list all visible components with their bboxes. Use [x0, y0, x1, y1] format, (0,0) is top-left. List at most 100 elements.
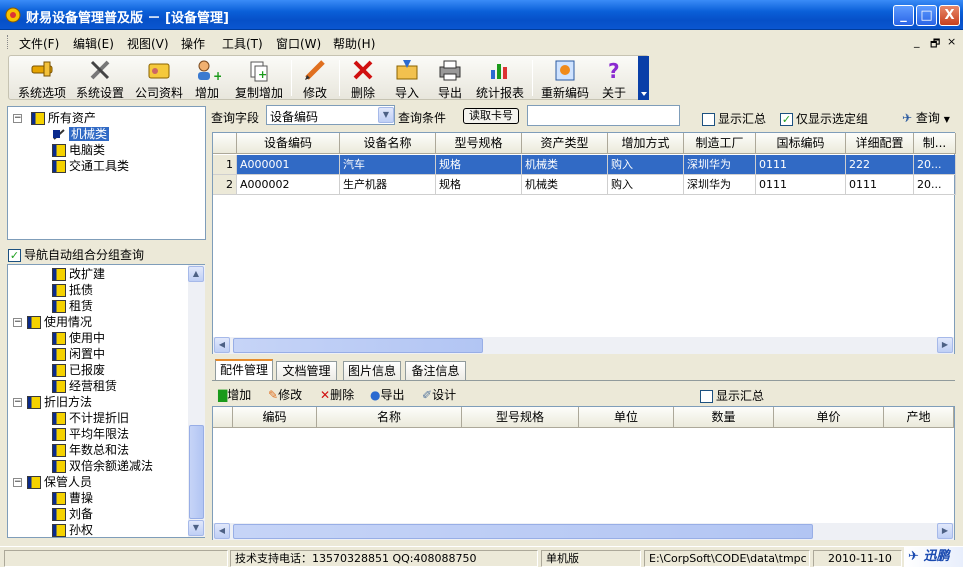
- grid-header-cell[interactable]: 编码: [233, 407, 317, 428]
- table-cell[interactable]: 20...: [914, 175, 956, 195]
- scroll-thumb[interactable]: [233, 524, 813, 539]
- table-cell[interactable]: 机械类: [522, 155, 608, 175]
- read-card-button[interactable]: 读取卡号: [463, 108, 519, 124]
- grid-header-cell[interactable]: 设备编码: [237, 133, 340, 154]
- query-button[interactable]: ✈ 查询 ▼: [902, 109, 950, 126]
- scroll-down-button[interactable]: ▼: [188, 520, 204, 536]
- tree-node-item[interactable]: 经营租赁: [52, 378, 117, 394]
- only-selected-group-checkbox[interactable]: ✓ 仅显示选定组: [780, 110, 868, 127]
- grid-header-cell[interactable]: 国标编码: [756, 133, 846, 154]
- grid-header-cell[interactable]: 设备名称: [340, 133, 436, 154]
- toolbar-delete-button[interactable]: 删除: [346, 58, 380, 100]
- tree-node-item[interactable]: 使用中: [52, 330, 105, 346]
- tree-node-item[interactable]: 平均年限法: [52, 426, 129, 442]
- tree-node-item[interactable]: 孙权: [52, 522, 93, 538]
- collapse-icon[interactable]: −: [13, 114, 22, 123]
- menu-view[interactable]: 视图(V): [127, 35, 169, 52]
- collapse-icon[interactable]: −: [13, 478, 22, 487]
- tree-node-machinery[interactable]: 机械类: [52, 126, 110, 142]
- sub-export-button[interactable]: ●导出: [370, 386, 405, 403]
- mdi-minimize-button[interactable]: _: [914, 35, 920, 48]
- menu-edit[interactable]: 编辑(E): [73, 35, 114, 52]
- table-cell[interactable]: A000002: [237, 175, 340, 195]
- grid-header-cell[interactable]: 制造工厂: [684, 133, 756, 154]
- scroll-up-button[interactable]: ▲: [188, 266, 204, 282]
- table-cell[interactable]: 购入: [608, 155, 684, 175]
- tree-vertical-scrollbar[interactable]: ▲ ▼: [188, 265, 205, 537]
- parts-horizontal-scrollbar[interactable]: ◀ ▶: [213, 523, 954, 540]
- grid-header-cell[interactable]: 数量: [674, 407, 774, 428]
- tree-node-computers[interactable]: 电脑类: [52, 142, 105, 158]
- table-cell[interactable]: 深圳华为: [684, 175, 756, 195]
- tab-notes[interactable]: 备注信息: [405, 361, 466, 380]
- toolbar-add-button[interactable]: + 增加: [191, 58, 223, 100]
- table-cell[interactable]: 20...: [914, 155, 956, 175]
- scroll-right-button[interactable]: ▶: [937, 337, 953, 353]
- show-summary-checkbox[interactable]: 显示汇总: [702, 110, 766, 127]
- scroll-left-button[interactable]: ◀: [214, 337, 230, 353]
- chevron-down-icon[interactable]: ▼: [378, 107, 394, 123]
- tree-node-item[interactable]: 双倍余额递减法: [52, 458, 153, 474]
- table-cell[interactable]: 0111: [846, 175, 914, 195]
- table-cell[interactable]: 222: [846, 155, 914, 175]
- close-button[interactable]: X: [939, 5, 960, 26]
- tab-documents[interactable]: 文档管理: [276, 361, 337, 380]
- scroll-right-button[interactable]: ▶: [937, 523, 953, 539]
- sub-edit-button[interactable]: ✎修改: [268, 386, 302, 403]
- sub-show-summary-checkbox[interactable]: 显示汇总: [700, 387, 764, 404]
- sub-add-button[interactable]: ▇增加: [218, 386, 251, 403]
- tab-images[interactable]: 图片信息: [343, 361, 401, 380]
- tree-node-group[interactable]: − 折旧方法: [13, 394, 92, 410]
- mdi-close-button[interactable]: ×: [947, 35, 956, 48]
- table-cell[interactable]: 规格: [436, 175, 522, 195]
- query-condition-input[interactable]: [527, 105, 680, 126]
- toolbar-about-button[interactable]: ? 关于: [597, 58, 631, 100]
- scroll-left-button[interactable]: ◀: [214, 523, 230, 539]
- scroll-thumb[interactable]: [233, 338, 483, 353]
- tree-node-item[interactable]: 租赁: [52, 298, 93, 314]
- grid-header-cell[interactable]: 单价: [774, 407, 884, 428]
- tab-parts[interactable]: 配件管理: [215, 359, 273, 381]
- maximize-button[interactable]: □: [916, 5, 937, 26]
- table-cell[interactable]: 生产机器: [340, 175, 436, 195]
- menu-operate[interactable]: 操作: [181, 35, 205, 52]
- tree-node-group[interactable]: − 使用情况: [13, 314, 92, 330]
- toolbar-recode-button[interactable]: 重新编码: [537, 58, 593, 100]
- grid-header-cell[interactable]: 单位: [579, 407, 674, 428]
- table-cell[interactable]: 机械类: [522, 175, 608, 195]
- tree-node-item[interactable]: 已报废: [52, 362, 105, 378]
- collapse-icon[interactable]: −: [13, 318, 22, 327]
- tree-node-item[interactable]: 刘备: [52, 506, 93, 522]
- menu-help[interactable]: 帮助(H): [333, 35, 375, 52]
- toolbar-company-info-button[interactable]: 公司资料: [131, 58, 187, 100]
- grid-header-cell[interactable]: 资产类型: [522, 133, 608, 154]
- tree-node-item[interactable]: 闲置中: [52, 346, 105, 362]
- toolbar-system-options-button[interactable]: 系统选项: [13, 58, 71, 100]
- scroll-thumb[interactable]: [189, 425, 204, 519]
- sub-delete-button[interactable]: ✕删除: [320, 386, 354, 403]
- toolbar-copy-add-button[interactable]: + 复制增加: [231, 58, 287, 100]
- tree-node-group[interactable]: − 保管人员: [13, 474, 92, 490]
- tree-node-item[interactable]: 不计提折旧: [52, 410, 129, 426]
- grid-header-cell[interactable]: 名称: [317, 407, 462, 428]
- query-field-select[interactable]: 设备编码 ▼: [266, 105, 395, 125]
- collapse-icon[interactable]: −: [13, 398, 22, 407]
- tree-node-root[interactable]: − 所有资产: [13, 110, 96, 126]
- auto-group-checkbox[interactable]: ✓ 导航自动组合分组查询: [8, 246, 144, 263]
- mdi-restore-button[interactable]: 🗗: [930, 35, 940, 54]
- table-cell[interactable]: 深圳华为: [684, 155, 756, 175]
- table-cell[interactable]: 汽车: [340, 155, 436, 175]
- menu-file[interactable]: 文件(F): [19, 35, 59, 52]
- table-cell[interactable]: A000001: [237, 155, 340, 175]
- grid-header-cell[interactable]: 产地: [884, 407, 954, 428]
- tree-node-item[interactable]: 年数总和法: [52, 442, 129, 458]
- toolbar-import-button[interactable]: 导入: [390, 58, 424, 100]
- table-cell[interactable]: 规格: [436, 155, 522, 175]
- toolbar-export-button[interactable]: 导出: [433, 58, 467, 100]
- menu-tools[interactable]: 工具(T): [222, 35, 263, 52]
- tree-node-item[interactable]: 抵债: [52, 282, 93, 298]
- tree-node-item[interactable]: 改扩建: [52, 266, 105, 282]
- grid-header-cell[interactable]: 制...: [914, 133, 956, 154]
- toolbar-report-button[interactable]: 统计报表: [473, 58, 527, 100]
- toolbar-overflow-grip[interactable]: [638, 56, 649, 100]
